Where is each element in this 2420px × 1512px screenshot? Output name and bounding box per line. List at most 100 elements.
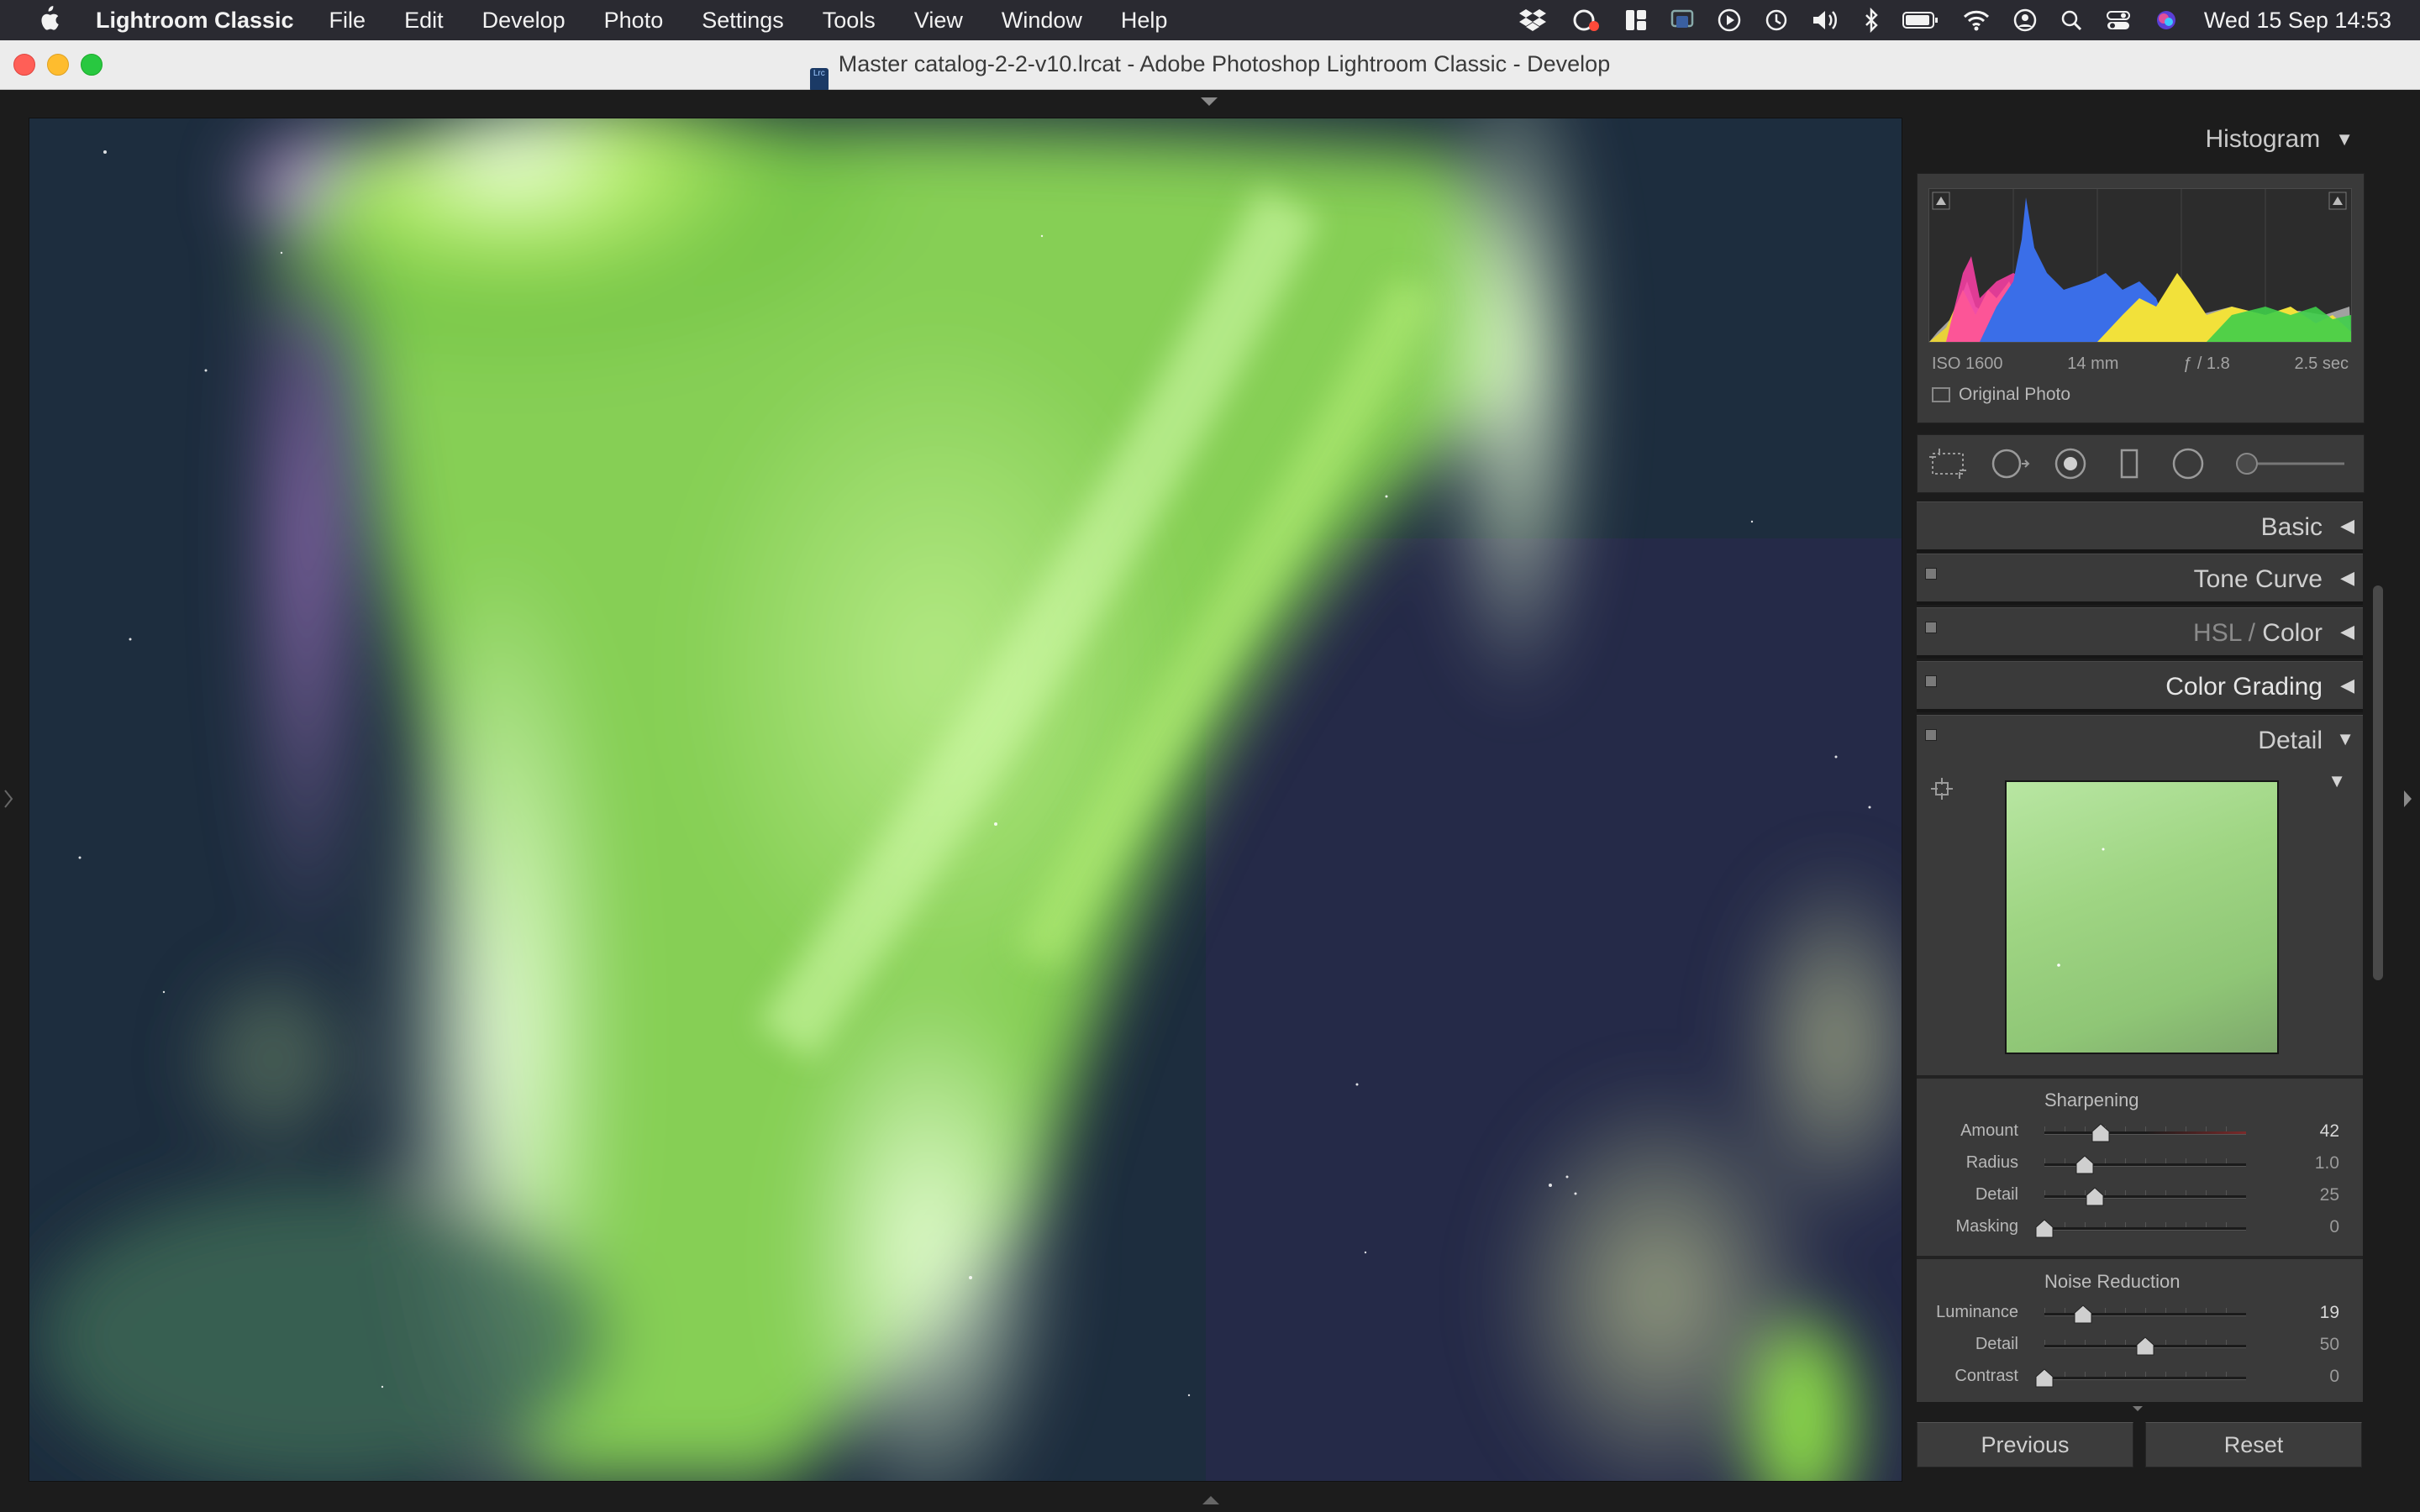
checkbox-icon[interactable] (1932, 387, 1950, 402)
main-photo-canvas[interactable] (29, 118, 1902, 1482)
wifi-icon[interactable] (1962, 8, 1991, 33)
menu-tools[interactable]: Tools (823, 8, 876, 34)
red-eye-tool-icon[interactable] (2054, 447, 2087, 480)
spot-removal-tool-icon[interactable] (1990, 447, 2033, 480)
tone-curve-section-title: Tone Curve (2193, 565, 2323, 593)
slider-track[interactable] (2044, 1131, 2246, 1135)
hsl-color-section[interactable]: HSL / Color ◀ (1917, 607, 2363, 659)
slider-value[interactable]: 0 (2329, 1217, 2339, 1237)
shutter-speed-value: 2.5 sec (2294, 354, 2349, 373)
original-photo-label: Original Photo (1959, 385, 2071, 404)
section-toggle-switch[interactable] (1925, 622, 1937, 633)
previous-button[interactable]: Previous (1917, 1422, 2133, 1467)
window-title: Lrc Master catalog-2-2-v10.lrcat - Adobe … (0, 51, 2420, 92)
slider-value[interactable]: 25 (2320, 1185, 2339, 1205)
screen-share-icon[interactable] (1670, 8, 1695, 33)
noise-luminance-slider[interactable]: Luminance 19 (1917, 1299, 2363, 1328)
slider-value[interactable]: 19 (2320, 1303, 2339, 1323)
slider-label: Detail (1975, 1185, 2018, 1204)
expand-triangle-icon[interactable]: ◀ (2340, 621, 2354, 643)
sharpening-masking-slider[interactable]: Masking 0 (1917, 1214, 2363, 1242)
noise-contrast-slider[interactable]: Contrast 0 (1917, 1363, 2363, 1392)
top-panel-toggle-icon[interactable] (1200, 96, 1218, 108)
sharpening-amount-slider[interactable]: Amount 42 (1917, 1118, 2363, 1147)
detail-preview-image[interactable] (2005, 780, 2279, 1054)
section-toggle-switch[interactable] (1925, 675, 1937, 687)
highlight-clipping-icon[interactable] (2328, 192, 2347, 210)
slider-label: Luminance (1936, 1303, 2018, 1321)
creative-cloud-icon[interactable] (1569, 8, 1602, 33)
stage-manager-icon[interactable] (1624, 8, 1648, 33)
expand-triangle-icon[interactable]: ◀ (2340, 515, 2354, 537)
slider-value[interactable]: 1.0 (2315, 1153, 2339, 1173)
siri-icon[interactable] (2154, 8, 2179, 33)
apple-menu-icon[interactable] (35, 5, 60, 34)
sharpening-title: Sharpening (2044, 1089, 2139, 1110)
collapse-triangle-icon[interactable]: ▼ (2335, 129, 2354, 150)
reset-button[interactable]: Reset (2145, 1422, 2362, 1467)
color-tab[interactable]: Color (2262, 619, 2323, 647)
histogram-header[interactable]: Histogram ▼ (1905, 115, 2365, 164)
time-machine-icon[interactable] (1764, 8, 1789, 33)
preview-menu-triangle-icon[interactable]: ▼ (2328, 770, 2346, 792)
menu-app-name[interactable]: Lightroom Classic (96, 8, 294, 34)
menubar-clock[interactable]: Wed 15 Sep 14:53 (2204, 8, 2391, 34)
user-icon[interactable] (2012, 8, 2038, 33)
sharpening-detail-slider[interactable]: Detail 25 (1917, 1182, 2363, 1210)
left-panel-toggle-icon[interactable] (3, 789, 13, 809)
detail-panel: ▼ Sharpening Amount 42 Radius 1.0 Detail… (1917, 762, 2363, 1402)
graduated-filter-tool-icon[interactable] (2112, 447, 2146, 480)
menu-develop[interactable]: Develop (482, 8, 566, 34)
expand-triangle-icon[interactable]: ◀ (2340, 567, 2354, 589)
hsl-tab[interactable]: HSL (2193, 619, 2241, 647)
menu-photo[interactable]: Photo (604, 8, 664, 34)
play-icon[interactable] (1717, 8, 1742, 33)
tone-curve-section[interactable]: Tone Curve ◀ (1917, 554, 2363, 605)
adjustment-brush-slider-icon[interactable] (2230, 447, 2348, 480)
control-center-icon[interactable] (2105, 8, 2132, 33)
right-panel-toggle-icon[interactable] (2402, 789, 2413, 809)
panel-end-marker-icon (2132, 1405, 2144, 1412)
bluetooth-icon[interactable] (1863, 8, 1880, 33)
menu-help[interactable]: Help (1121, 8, 1168, 34)
slider-label: Contrast (1954, 1367, 2018, 1385)
menu-edit[interactable]: Edit (404, 8, 444, 34)
basic-section[interactable]: Basic ◀ (1917, 501, 2363, 553)
shadow-clipping-icon[interactable] (1932, 192, 1950, 210)
original-photo-checkbox[interactable]: Original Photo (1932, 385, 2070, 405)
exif-info: ISO 1600 14 mm ƒ / 1.8 2.5 sec (1932, 354, 2349, 374)
slider-track[interactable] (2044, 1195, 2246, 1199)
expand-triangle-icon[interactable]: ◀ (2340, 675, 2354, 696)
slider-track[interactable] (2044, 1163, 2246, 1167)
menu-window[interactable]: Window (1002, 8, 1082, 34)
target-adjustment-icon[interactable] (1930, 777, 1954, 801)
radial-filter-tool-icon[interactable] (2171, 447, 2205, 480)
battery-icon[interactable] (1902, 8, 1940, 33)
right-panel-scrollbar[interactable] (2373, 585, 2383, 980)
develop-footer-buttons: Previous Reset (1917, 1422, 2363, 1467)
slider-track[interactable] (2044, 1227, 2246, 1231)
basic-section-title: Basic (2260, 513, 2323, 541)
menu-view[interactable]: View (914, 8, 963, 34)
slider-value[interactable]: 42 (2320, 1121, 2339, 1142)
slider-value[interactable]: 0 (2329, 1367, 2339, 1387)
section-toggle-switch[interactable] (1925, 568, 1937, 580)
detail-section-header[interactable]: Detail ▼ (1917, 715, 2363, 763)
histogram-title: Histogram (2205, 125, 2321, 153)
noise-detail-slider[interactable]: Detail 50 (1917, 1331, 2363, 1360)
menu-file[interactable]: File (329, 8, 366, 34)
histogram-graph[interactable] (1928, 188, 2352, 343)
filmstrip-toggle-icon[interactable] (1202, 1494, 1220, 1506)
spotlight-icon[interactable] (2060, 8, 2083, 33)
volume-icon[interactable] (1811, 8, 1841, 33)
focal-length-value: 14 mm (2067, 354, 2119, 373)
color-grading-section[interactable]: Color Grading ◀ (1917, 661, 2363, 712)
slider-track[interactable] (2044, 1377, 2246, 1380)
section-toggle-switch[interactable] (1925, 729, 1937, 741)
dropbox-icon[interactable] (1518, 8, 1547, 33)
crop-tool-icon[interactable] (1928, 447, 1968, 480)
collapse-triangle-icon[interactable]: ▼ (2336, 728, 2354, 750)
slider-value[interactable]: 50 (2320, 1335, 2339, 1355)
menu-settings[interactable]: Settings (702, 8, 784, 34)
sharpening-radius-slider[interactable]: Radius 1.0 (1917, 1150, 2363, 1179)
